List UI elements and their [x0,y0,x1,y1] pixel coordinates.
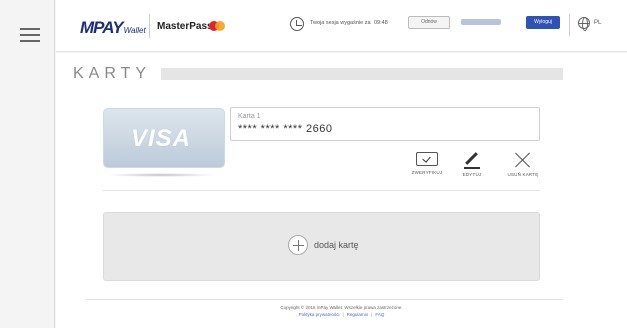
session-timer: 09:48 [374,20,388,26]
card-number-last4: 2660 [306,123,333,135]
title-underline-bar [161,68,563,80]
faq-link[interactable]: FAQ [375,312,384,317]
footer-divider [86,299,563,300]
menu-icon[interactable] [20,28,40,42]
footer-separator: | [342,312,344,317]
terms-link[interactable]: Regulamin [347,312,369,317]
logout-button[interactable]: Wyloguj [526,16,560,29]
card-name: Karta 1 [238,113,261,120]
page-title: KARTY [73,65,152,82]
session-expiry-text: Twoja sesja wygaśnie za [310,20,371,26]
left-rail [0,0,55,328]
plus-icon [288,235,308,255]
header-divider [569,14,570,36]
close-icon [515,152,531,168]
edit-label: EDYTUJ [462,172,482,177]
footer-separator: | [371,312,373,317]
card-shadow [106,173,216,177]
verify-label: ZWERYFIKUJ [411,170,443,175]
mpay-logo-text: MPAY [80,18,124,37]
visa-logo: VISA [131,125,192,152]
card-details-box: Karta 1 **** **** **** 2660 [230,107,540,141]
delete-card-button[interactable]: USUŃ KARTĘ [503,152,543,177]
header: MPAYWallet MasterPass Twoja sesja wygaśn… [56,0,627,52]
footer-links: Polityka prywatności | Regulamin | FAQ [56,312,627,317]
delete-label: USUŃ KARTĘ [507,172,539,177]
wallet-logo-text: Wallet [123,26,146,35]
globe-icon[interactable] [578,17,590,31]
divider [103,190,540,191]
add-card-label: dodaj kartę [314,240,359,250]
add-card-button[interactable]: dodaj kartę [103,212,540,281]
logo-divider [149,14,150,38]
card-number-masked: **** **** **** [238,123,303,135]
verify-card-button[interactable]: ZWERYFIKUJ [407,152,447,175]
main-content: KARTY VISA Karta 1 **** **** **** 2660 Z… [56,53,627,328]
page: MPAYWallet MasterPass Twoja sesja wygaśn… [0,0,627,328]
edit-card-button[interactable]: EDYTUJ [452,152,492,177]
clock-icon [290,17,304,31]
card-number: **** **** **** 2660 [238,123,333,135]
pencil-icon [462,152,482,169]
mastercard-icon [209,21,225,31]
language-selector[interactable]: PL [594,20,601,26]
privacy-policy-link[interactable]: Polityka prywatności [299,312,340,317]
masterpass-logo: MasterPass [157,21,213,32]
card-image: VISA [103,108,225,168]
mpay-logo[interactable]: MPAYWallet [80,18,146,38]
check-icon [416,152,438,166]
copyright-text: Copyright © 2016 mPay Wallet. Wszelkie p… [280,305,403,310]
user-email [461,19,501,25]
refresh-session-button[interactable]: Odnów [408,16,450,29]
